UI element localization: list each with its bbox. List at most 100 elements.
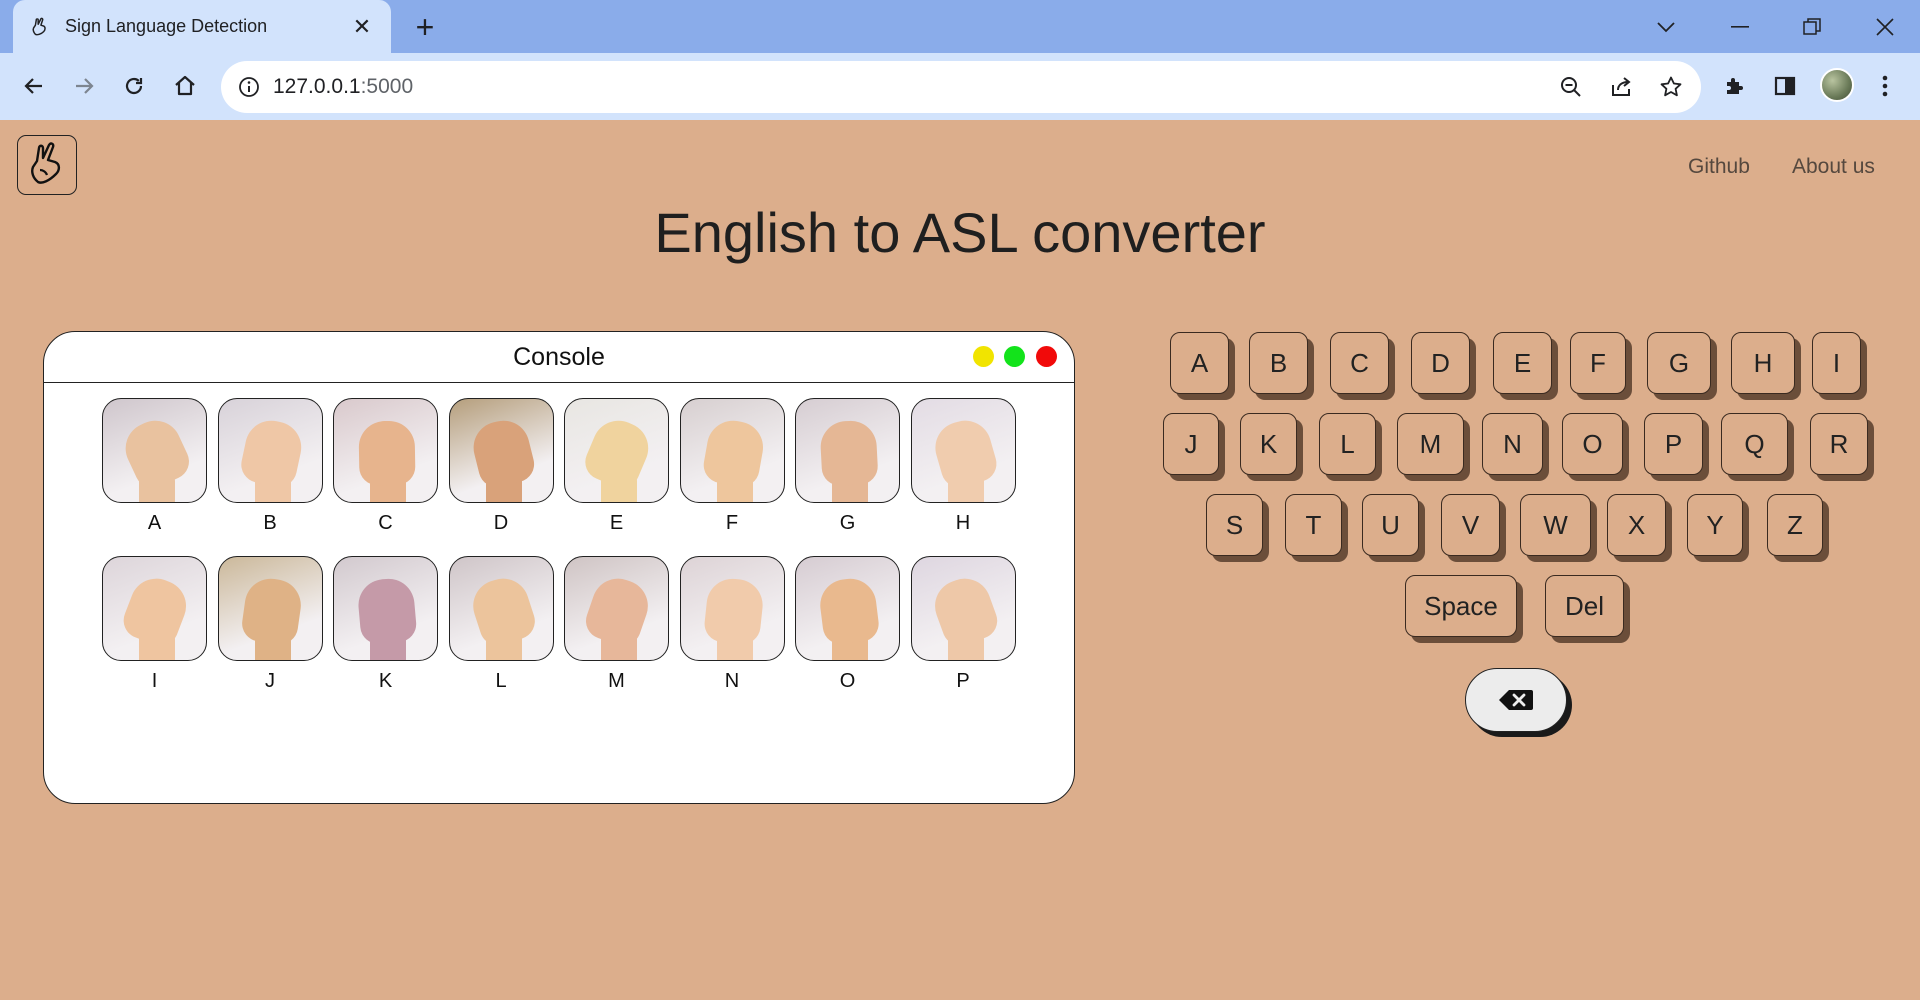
key-f[interactable]: F [1570,332,1626,394]
key-a[interactable]: A [1170,332,1229,394]
sign-photo [102,556,207,661]
new-tab-icon[interactable]: + [408,11,442,43]
key-y[interactable]: Y [1687,494,1743,556]
minimize-icon[interactable] [1720,10,1760,44]
sign-photo [910,398,1016,503]
key-j[interactable]: J [1163,413,1219,475]
key-n[interactable]: N [1482,413,1543,475]
site-logo[interactable] [17,135,77,195]
sign-letter-label: L [495,670,507,692]
sign-letter-label: J [265,670,275,692]
key-h[interactable]: H [1731,332,1795,394]
tab-close-icon[interactable]: ✕ [349,14,375,40]
nav-github-link[interactable]: Github [1688,155,1750,179]
sign-letter-label: D [493,512,509,534]
key-c[interactable]: C [1330,332,1389,394]
page-title: English to ASL converter [654,201,1266,264]
sign-card: P [910,556,1016,694]
key-space[interactable]: Space [1405,575,1517,637]
hand-image [927,571,1002,651]
key-q[interactable]: Q [1721,413,1788,475]
bookmark-star-icon[interactable] [1658,74,1684,100]
hand-image [118,571,194,651]
key-x[interactable]: X [1607,494,1666,556]
key-v[interactable]: V [1441,494,1500,556]
key-u[interactable]: U [1362,494,1419,556]
sign-card: A [102,398,207,536]
sign-card: F [679,398,785,536]
tab-title: Sign Language Detection [65,16,268,36]
sign-card: E [564,398,669,536]
close-window-icon[interactable] [1865,10,1905,44]
sign-letter-label: N [724,670,740,692]
share-icon[interactable] [1608,74,1634,100]
key-s[interactable]: S [1206,494,1263,556]
sign-card: K [333,556,438,694]
key-o[interactable]: O [1562,413,1623,475]
nav-about-link[interactable]: About us [1792,155,1875,179]
sign-card: H [910,398,1016,536]
key-k[interactable]: K [1240,413,1297,475]
key-g[interactable]: G [1647,332,1711,394]
sign-photo [217,556,323,661]
browser-tab[interactable]: Sign Language Detection ✕ [13,0,391,53]
reload-icon[interactable] [115,67,153,105]
sign-letter-label: G [839,512,856,534]
key-w[interactable]: W [1520,494,1591,556]
console-panel: Console A B C D E F G H I J K L M N O P [43,331,1075,804]
key-b[interactable]: B [1249,332,1308,394]
sign-photo [217,398,323,503]
sign-letter-label: M [608,670,625,692]
sign-card-grid: A B C D E F G H I J K L M N O P [102,398,1016,694]
sign-letter-label: P [956,670,970,692]
sign-photo [333,398,438,503]
url-port: :5000 [360,75,414,98]
extensions-puzzle-icon[interactable] [1716,67,1754,105]
tab-search-chevron-icon[interactable] [1646,10,1686,44]
key-l[interactable]: L [1319,413,1376,475]
url-text: 127.0.0.1:5000 [273,75,413,99]
key-m[interactable]: M [1397,413,1464,475]
sign-letter-label: I [151,670,158,692]
hand-image [356,576,418,646]
side-panel-icon[interactable] [1766,67,1804,105]
sign-photo [102,398,207,503]
hand-image [819,419,879,487]
address-bar[interactable]: 127.0.0.1:5000 [221,61,1701,113]
hand-image [117,412,195,494]
key-z[interactable]: Z [1767,494,1823,556]
backspace-button[interactable] [1465,668,1567,732]
key-del[interactable]: Del [1545,575,1624,637]
sign-photo [795,398,900,503]
hand-image [928,414,1001,492]
sign-letter-label: E [609,512,624,534]
hand-image [465,571,540,651]
menu-kebab-icon[interactable] [1866,67,1904,105]
hand-image [237,415,306,491]
hand-image [467,415,538,491]
hand-image [817,575,881,647]
hand-image [700,416,767,490]
sign-letter-label: K [378,670,393,692]
key-r[interactable]: R [1810,413,1868,475]
hand-image [358,420,416,486]
key-d[interactable]: D [1411,332,1470,394]
sign-photo [448,398,554,503]
key-p[interactable]: P [1644,413,1703,475]
hand-image [702,576,765,646]
back-icon[interactable] [15,67,53,105]
key-t[interactable]: T [1285,494,1342,556]
sign-card: M [564,556,669,694]
key-e[interactable]: E [1493,332,1552,394]
sign-card: B [217,398,323,536]
home-icon[interactable] [166,67,204,105]
sign-photo [564,556,669,661]
console-dot-green [1004,346,1025,367]
site-info-icon[interactable] [237,75,261,99]
key-i[interactable]: I [1812,332,1861,394]
url-host: 127.0.0.1 [273,75,361,98]
forward-icon[interactable] [65,67,103,105]
zoom-icon[interactable] [1558,74,1584,100]
restore-icon[interactable] [1792,10,1832,44]
profile-avatar[interactable] [1820,68,1854,102]
